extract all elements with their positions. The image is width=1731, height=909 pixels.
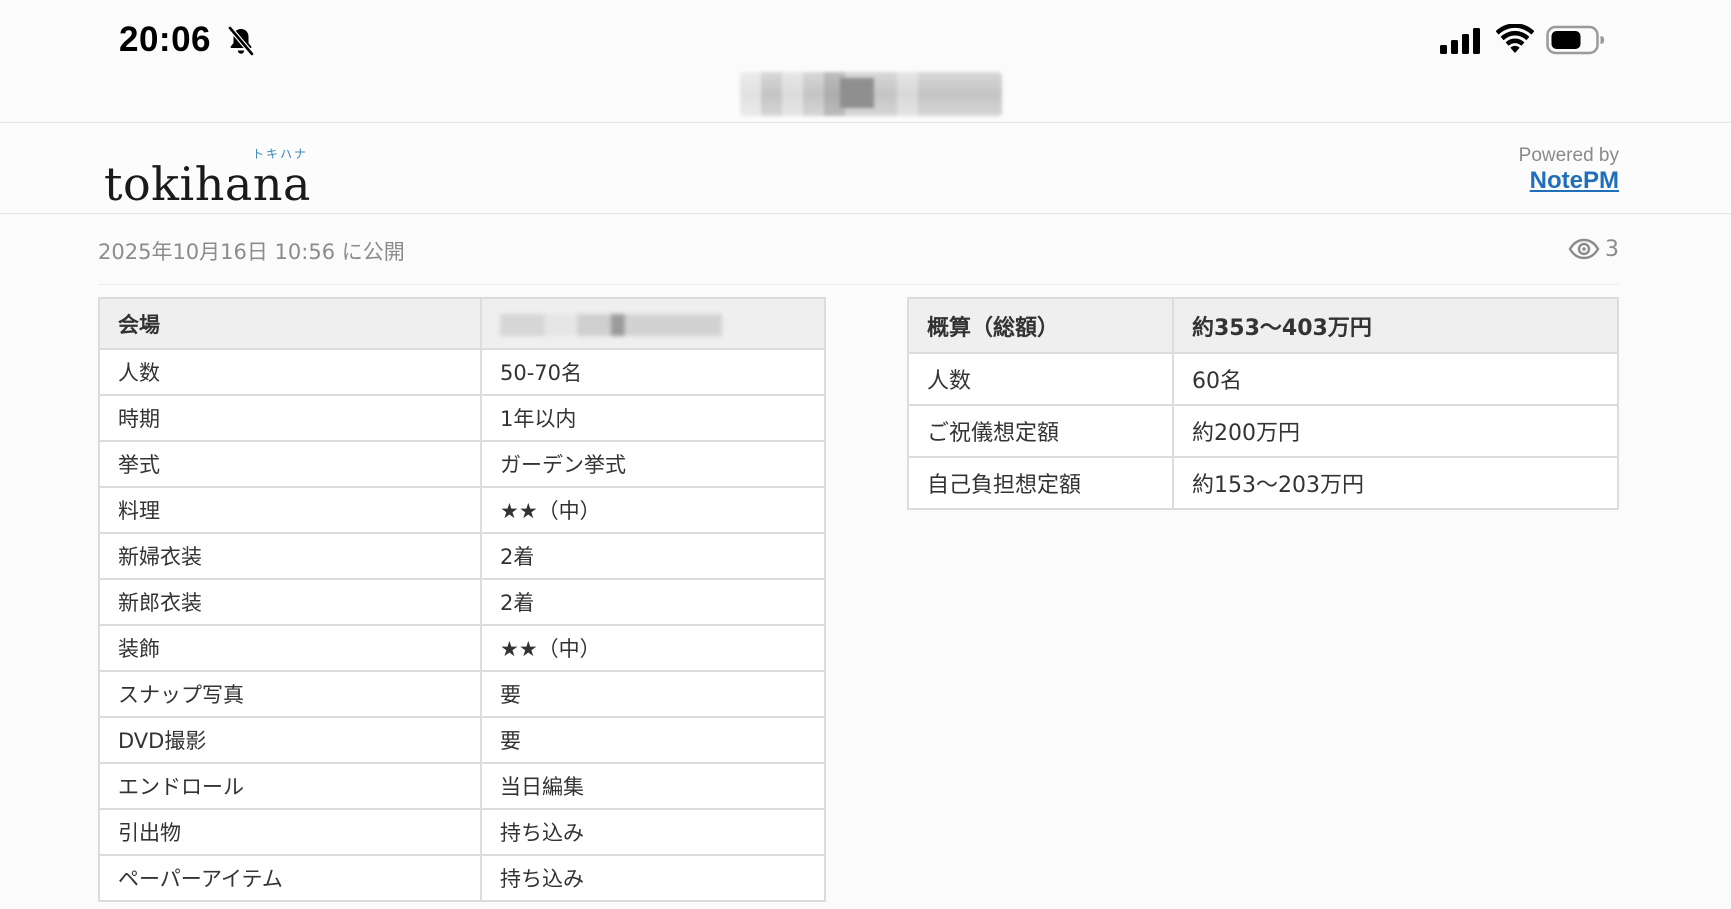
tokihana-logo[interactable]: tokihana [104,157,311,211]
row-value: 要 [480,716,826,764]
table-row: 新婦衣装 2着 [98,532,826,580]
estimate-total-value: 約353〜403万円 [1172,297,1619,354]
view-count-value: 3 [1605,236,1619,262]
table-row: 挙式 ガーデン挙式 [98,440,826,488]
row-key: 装飾 [98,624,482,672]
row-key: DVD撮影 [98,716,482,764]
row-value: ★★（中） [480,486,826,534]
row-value: ガーデン挙式 [480,440,826,488]
row-key: 新婦衣装 [98,532,482,580]
logo-ruby: トキハナ [252,147,309,161]
view-count: 3 [1568,236,1619,262]
table-row: 会場 [98,297,826,350]
row-key: 料理 [98,486,482,534]
notepm-link[interactable]: NotePM [1519,167,1619,195]
row-value: 当日編集 [480,762,826,810]
url-bar-redacted[interactable] [740,72,1002,116]
row-key: 人数 [98,348,482,396]
bell-slash-icon [228,26,254,56]
published-date: 2025年10月16日 10:56 に公開 [98,240,405,264]
row-value: 1年以内 [480,394,826,442]
powered-by-label: Powered by [1518,145,1619,166]
row-key: 引出物 [98,808,482,856]
row-key: 挙式 [98,440,482,488]
battery-icon [1546,25,1604,55]
table-row: 装飾 ★★（中） [98,624,826,672]
divider [98,284,1619,285]
table-row: 引出物 持ち込み [98,808,826,856]
site-header: tokihana トキハナ Powered by NotePM [0,122,1731,214]
eye-icon [1568,238,1600,260]
row-key: エンドロール [98,762,482,810]
row-value: 約153〜203万円 [1172,456,1619,510]
venue-value-redacted [480,297,826,350]
powered-by: Powered by NotePM [1519,145,1619,195]
table-row: 時期 1年以内 [98,394,826,442]
row-key: スナップ写真 [98,670,482,718]
table-row: DVD撮影 要 [98,716,826,764]
table-row: 概算（総額） 約353〜403万円 [907,297,1619,354]
row-key: 時期 [98,394,482,442]
row-value: 2着 [480,578,826,626]
table-row: ペーパーアイテム 持ち込み [98,854,826,902]
status-time: 20:06 [119,20,212,59]
table-row: ご祝儀想定額 約200万円 [907,404,1619,458]
estimate-total-label: 概算（総額） [907,297,1174,354]
row-value: ★★（中） [480,624,826,672]
row-value: 要 [480,670,826,718]
estimate-table: 概算（総額） 約353〜403万円 人数 60名 ご祝儀想定額 約200万円 自… [907,297,1619,510]
row-key: ペーパーアイテム [98,854,482,902]
venue-label: 会場 [98,297,482,350]
row-value: 約200万円 [1172,404,1619,458]
row-key: 人数 [907,352,1174,406]
cellular-signal-icon [1440,28,1480,54]
table-row: エンドロール 当日編集 [98,762,826,810]
table-row: 自己負担想定額 約153〜203万円 [907,456,1619,510]
conditions-table: 会場 人数 50-70名 時期 1年以内 挙式 ガーデン挙式 料理 ★★（中） … [98,297,826,902]
table-row: 料理 ★★（中） [98,486,826,534]
row-key: 自己負担想定額 [907,456,1174,510]
row-value: 持ち込み [480,808,826,856]
table-row: スナップ写真 要 [98,670,826,718]
row-value: 60名 [1172,352,1619,406]
table-row: 人数 60名 [907,352,1619,406]
row-key: 新郎衣装 [98,578,482,626]
row-value: 持ち込み [480,854,826,902]
row-value: 50-70名 [480,348,826,396]
row-key: ご祝儀想定額 [907,404,1174,458]
wifi-icon [1496,24,1534,53]
table-row: 新郎衣装 2着 [98,578,826,626]
row-value: 2着 [480,532,826,580]
table-row: 人数 50-70名 [98,348,826,396]
